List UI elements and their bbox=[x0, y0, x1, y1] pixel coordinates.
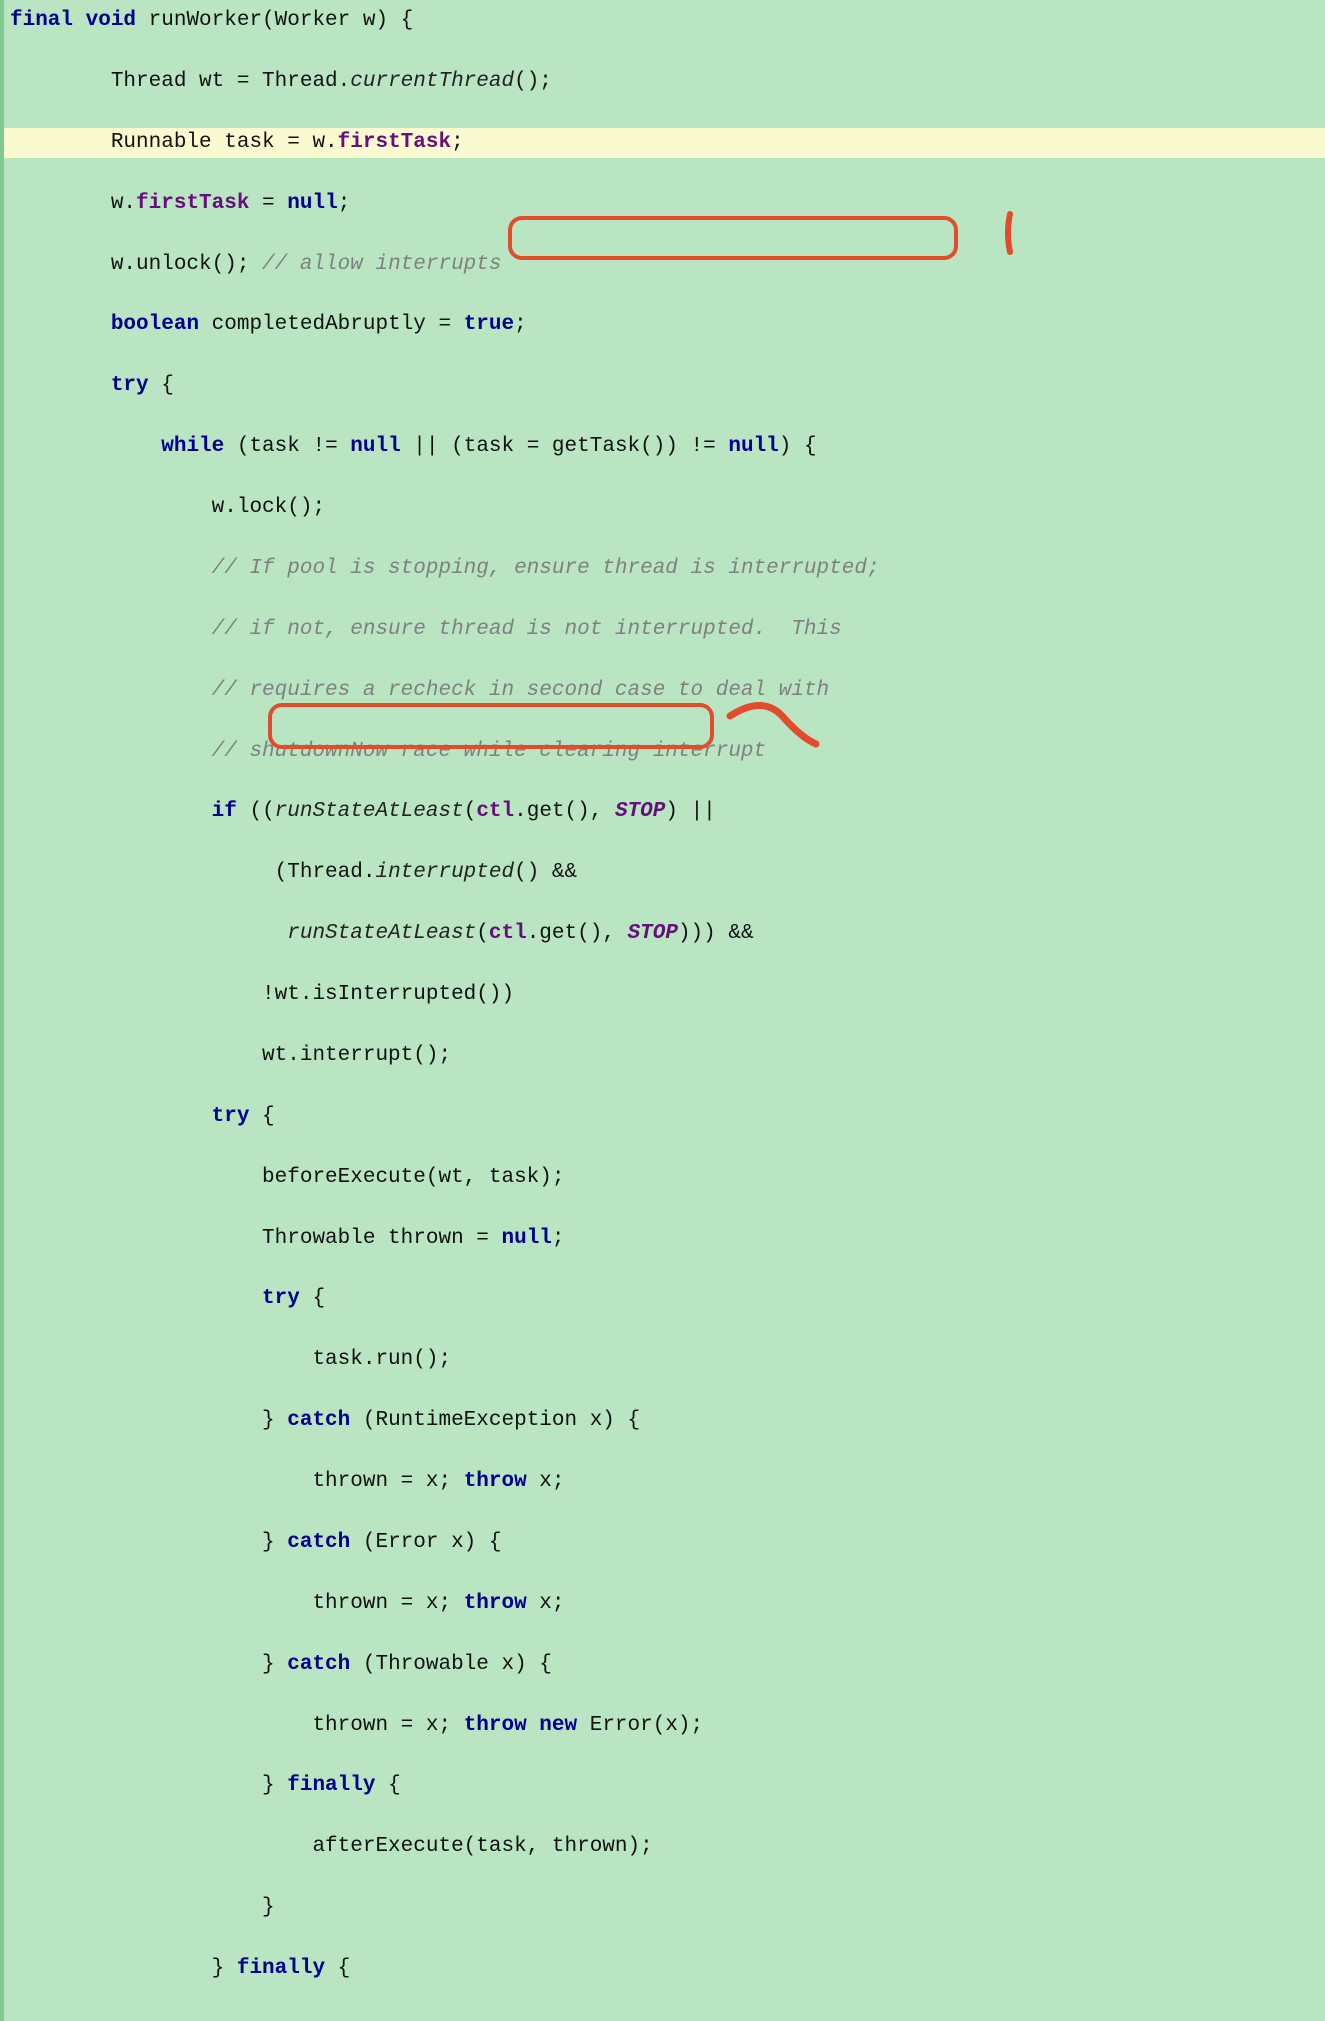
code-line: beforeExecute(wt, task); bbox=[10, 1163, 1325, 1193]
code-line: afterExecute(task, thrown); bbox=[10, 1832, 1325, 1862]
code-line: wt.interrupt(); bbox=[10, 1041, 1325, 1071]
code-line: boolean completedAbruptly = true; bbox=[10, 310, 1325, 340]
code-line: // requires a recheck in second case to … bbox=[10, 676, 1325, 706]
code-line: } catch (RuntimeException x) { bbox=[10, 1406, 1325, 1436]
code-line: w.lock(); bbox=[10, 493, 1325, 523]
code-line: runStateAtLeast(ctl.get(), STOP))) && bbox=[10, 919, 1325, 949]
code-line: !wt.isInterrupted()) bbox=[10, 980, 1325, 1010]
code-line: final void runWorker(Worker w) { bbox=[10, 6, 1325, 36]
code-line: Throwable thrown = null; bbox=[10, 1224, 1325, 1254]
gutter-bar bbox=[0, 0, 4, 2021]
code-line: Thread wt = Thread.currentThread(); bbox=[10, 67, 1325, 97]
code-line: try { bbox=[10, 1284, 1325, 1314]
code-line: thrown = x; throw x; bbox=[10, 1467, 1325, 1497]
code-line: w.unlock(); // allow interrupts bbox=[10, 250, 1325, 280]
code-line: } finally { bbox=[10, 1771, 1325, 1801]
code-line: task.run(); bbox=[10, 1345, 1325, 1375]
code-line-highlighted: Runnable task = w.firstTask; bbox=[10, 128, 1325, 158]
code-line: // shutdownNow race while clearing inter… bbox=[10, 737, 1325, 767]
code-line: try { bbox=[10, 1102, 1325, 1132]
code-line: } catch (Throwable x) { bbox=[10, 1650, 1325, 1680]
code-line: } finally { bbox=[10, 1954, 1325, 1984]
code-line: thrown = x; throw x; bbox=[10, 1589, 1325, 1619]
code-line: while (task != null || (task = getTask()… bbox=[10, 432, 1325, 462]
code-line: thrown = x; throw new Error(x); bbox=[10, 1711, 1325, 1741]
code-line: } bbox=[10, 1893, 1325, 1923]
code-line: if ((runStateAtLeast(ctl.get(), STOP) || bbox=[10, 797, 1325, 827]
code-line: w.firstTask = null; bbox=[10, 189, 1325, 219]
code-block: final void runWorker(Worker w) { Thread … bbox=[0, 0, 1325, 2021]
source-code: final void runWorker(Worker w) { Thread … bbox=[10, 6, 1325, 2015]
code-line: } catch (Error x) { bbox=[10, 1528, 1325, 1558]
code-line: // If pool is stopping, ensure thread is… bbox=[10, 554, 1325, 584]
code-line: (Thread.interrupted() && bbox=[10, 858, 1325, 888]
code-line: // if not, ensure thread is not interrup… bbox=[10, 615, 1325, 645]
code-line: try { bbox=[10, 371, 1325, 401]
